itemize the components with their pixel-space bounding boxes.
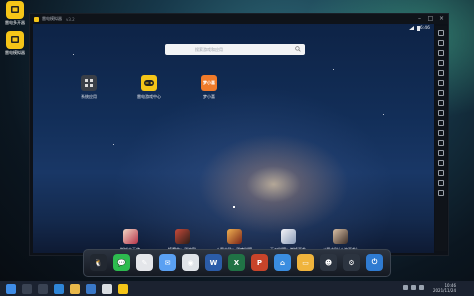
mengxiaoxi-icon: 梦小喜: [201, 75, 217, 91]
network-icon[interactable]: [403, 285, 408, 290]
system-tray: [403, 285, 424, 290]
settings-icon[interactable]: ⚙: [343, 254, 360, 271]
taskbar-clock[interactable]: 10:46 2021/11/24: [433, 283, 456, 293]
record-icon[interactable]: [438, 80, 444, 86]
mail-icon[interactable]: ✉: [159, 254, 176, 271]
search-placeholder: 搜索游戏和应用: [195, 47, 223, 52]
back-icon[interactable]: [438, 170, 444, 176]
ldplayer-icon: [6, 31, 24, 49]
android-status-bar: 6:46: [33, 24, 434, 33]
desktop-icon-multi-instance[interactable]: 雷电多开器: [2, 1, 28, 25]
shared-folder-icon[interactable]: [438, 120, 444, 126]
gamepad-icon: [141, 75, 157, 91]
app-label: 梦小喜: [203, 94, 215, 99]
search-icon[interactable]: [295, 46, 301, 52]
ime-icon[interactable]: [419, 285, 424, 290]
desktop-icon-ldplayer[interactable]: 雷电模拟器: [2, 31, 28, 55]
taskbar-ldplayer-icon[interactable]: [118, 283, 128, 294]
desktop-dock: 🐧 💬 ✎ ✉ ◉ W X P ⌂ ▭ ☻ ⚙ ⏻: [83, 249, 391, 277]
minimize-icon[interactable]: –: [416, 15, 423, 22]
game-2-icon: [174, 229, 190, 244]
signal-icon: [409, 26, 414, 30]
desktop-icon-label: 雷电多开器: [5, 20, 25, 25]
emulator-toolbar: [435, 26, 447, 251]
volume-up-icon[interactable]: [438, 50, 444, 56]
taskbar-explorer-icon[interactable]: [70, 283, 80, 294]
close-icon[interactable]: ×: [438, 15, 445, 22]
chrome-icon[interactable]: ◉: [182, 254, 199, 271]
taskbar-search-icon[interactable]: [22, 283, 32, 294]
powerpoint-icon[interactable]: P: [251, 254, 268, 271]
window-titlebar[interactable]: 雷电模拟器 v3.2 – □ ×: [30, 14, 448, 24]
taskbar-start-icon[interactable]: [6, 283, 16, 294]
taskbar-store-icon[interactable]: [86, 283, 96, 294]
multi-instance-icon[interactable]: [438, 130, 444, 136]
restore-icon[interactable]: □: [427, 15, 434, 22]
app-logo-icon: [34, 16, 39, 22]
volume-icon[interactable]: [411, 285, 416, 290]
qq-icon[interactable]: 🐧: [90, 254, 107, 271]
keyboard-icon[interactable]: [438, 30, 444, 36]
grid-icon: [81, 75, 97, 91]
desktop-icon-label: 雷电模拟器: [5, 50, 25, 55]
game-5-icon: [332, 229, 348, 244]
status-time: 6:46: [419, 26, 430, 31]
more-icon[interactable]: [438, 150, 444, 156]
app-label: 雷电游戏中心: [137, 94, 161, 99]
taskbar-task-view-icon[interactable]: [38, 283, 48, 294]
windows-taskbar: 10:46 2021/11/24: [0, 281, 474, 296]
gamepad-icon[interactable]: ☻: [320, 254, 337, 271]
android-screen[interactable]: 6:46 搜索游戏和应用 系统应用 雷电游戏中心 梦小喜 梦小喜: [33, 24, 434, 253]
app-label: 系统应用: [81, 94, 97, 99]
sync-icon[interactable]: [438, 140, 444, 146]
paint-icon[interactable]: ✎: [136, 254, 153, 271]
game-1-icon: [122, 229, 138, 244]
taskbar-edge-icon[interactable]: [54, 283, 64, 294]
apk-install-icon[interactable]: [438, 110, 444, 116]
screenshot-icon[interactable]: [438, 70, 444, 76]
app-system-apps[interactable]: 系统应用: [71, 75, 107, 99]
volume-down-icon[interactable]: [438, 60, 444, 66]
app-game-center[interactable]: 雷电游戏中心: [131, 75, 167, 99]
app-mengxiaoxi[interactable]: 梦小喜 梦小喜: [191, 75, 227, 99]
ldplayer-multi-icon: [6, 1, 24, 19]
fullscreen-icon[interactable]: [438, 40, 444, 46]
excel-icon[interactable]: X: [228, 254, 245, 271]
shake-icon[interactable]: [438, 90, 444, 96]
game-3-icon: [226, 229, 242, 244]
window-version: v3.2: [66, 16, 75, 22]
recent-apps-icon[interactable]: [438, 190, 444, 196]
window-title: 雷电模拟器: [42, 16, 62, 21]
power-icon[interactable]: ⏻: [366, 254, 383, 271]
wechat-icon[interactable]: 💬: [113, 254, 130, 271]
search-bar[interactable]: 搜索游戏和应用: [165, 44, 305, 55]
clock-date: 2021/11/24: [432, 288, 456, 293]
home-icon[interactable]: [438, 180, 444, 186]
home-icon[interactable]: ⌂: [274, 254, 291, 271]
game-4-icon: [280, 229, 296, 244]
folder-icon[interactable]: ▭: [297, 254, 314, 271]
settings-icon[interactable]: [438, 160, 444, 166]
taskbar-chrome-icon[interactable]: [102, 283, 112, 294]
emulator-window: 雷电模拟器 v3.2 – □ × 6:46 搜索游戏和应用 系统应用 雷电游戏中…: [29, 13, 449, 256]
word-icon[interactable]: W: [205, 254, 222, 271]
location-icon[interactable]: [438, 100, 444, 106]
